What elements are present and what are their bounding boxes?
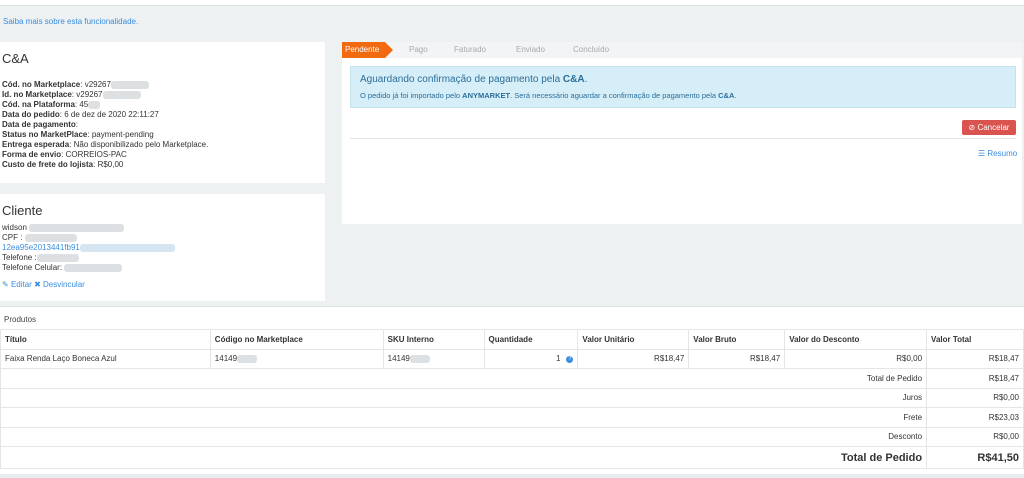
- client-card: Cliente widson CPF : 12ea95e2013441fb91 …: [0, 194, 325, 301]
- table-header-row: Título Código no Marketplace SKU Interno…: [0, 329, 1024, 350]
- divider: [350, 138, 1016, 139]
- cell-sku: 14149: [382, 348, 485, 369]
- field-expected-delivery: Entrega esperada: Não disponibilizado pe…: [2, 140, 209, 149]
- client-phone: Telefone :: [2, 253, 79, 262]
- close-icon: ✖: [34, 280, 41, 289]
- summary-label: Frete: [0, 407, 928, 428]
- summary-link[interactable]: ☰ Resumo: [978, 149, 1017, 158]
- summary-row-discount: Desconto R$0,00: [0, 426, 1024, 447]
- summary-value: R$0,00: [926, 387, 1024, 408]
- client-mobile: Telefone Celular:: [2, 263, 123, 272]
- col-sku: SKU Interno: [382, 329, 485, 350]
- client-cpf: CPF :: [2, 233, 77, 242]
- col-title: Título: [0, 329, 211, 350]
- order-status-card: Pendente Pago Faturado Enviado Concluído…: [342, 42, 1022, 224]
- field-platform-code: Cód. na Plataforma: 45: [2, 100, 101, 109]
- summary-row-order-total: Total de Pedido R$18,47: [0, 368, 1024, 389]
- field-shipping-cost: Custo de frete do lojista: R$0,00: [2, 160, 124, 169]
- cell-unit-price: R$18,47: [577, 348, 690, 369]
- summary-value: R$0,00: [926, 426, 1024, 447]
- field-marketplace-id: Id. no Marketplace: v29267: [2, 90, 141, 99]
- cell-title: Faixa Renda Laço Boneca Azul: [0, 348, 211, 369]
- col-quantity: Quantidade: [483, 329, 579, 350]
- list-icon: ☰: [978, 149, 986, 158]
- summary-value: R$18,47: [926, 368, 1024, 389]
- products-panel: Produtos Título Código no Marketplace SK…: [0, 306, 1024, 474]
- summary-row-shipping: Frete R$23,03: [0, 407, 1024, 428]
- summary-label: Desconto: [0, 426, 928, 447]
- field-payment-date: Data de pagamento:: [2, 120, 79, 129]
- cell-quantity: 1?: [483, 348, 579, 369]
- alert-title: Aguardando confirmação de pagamento pela…: [360, 74, 588, 85]
- cell-marketplace-code: 14149: [209, 348, 384, 369]
- step-pending[interactable]: Pendente: [342, 42, 393, 58]
- store-title: C&A: [2, 51, 29, 66]
- status-steps: Pendente Pago Faturado Enviado Concluído: [342, 42, 1022, 58]
- cell-discount: R$0,00: [784, 348, 928, 369]
- summary-label: Juros: [0, 387, 928, 408]
- unlink-link[interactable]: ✖ Desvincular: [34, 280, 85, 289]
- client-title: Cliente: [2, 203, 43, 218]
- step-paid[interactable]: Pago: [409, 42, 428, 58]
- summary-label: Total de Pedido: [0, 368, 928, 389]
- info-alert: Aguardando confirmação de pagamento pela…: [350, 66, 1016, 108]
- client-actions: ✎ Editar ✖ Desvincular: [2, 280, 85, 289]
- cancel-button[interactable]: ⊘ Cancelar: [962, 120, 1016, 135]
- summary-row-interest: Juros R$0,00: [0, 387, 1024, 408]
- client-name: widson: [2, 223, 125, 232]
- grand-total-value: R$41,50: [926, 446, 1024, 469]
- field-order-date: Data do pedido: 6 de dez de 2020 22:11:2…: [2, 110, 159, 119]
- step-shipped[interactable]: Enviado: [516, 42, 545, 58]
- step-invoiced[interactable]: Faturado: [454, 42, 486, 58]
- edit-link[interactable]: ✎ Editar: [2, 280, 32, 289]
- grand-total-row: Total de Pedido R$41,50: [0, 446, 1024, 469]
- info-icon[interactable]: ?: [566, 355, 574, 363]
- learn-more-link[interactable]: Saiba mais sobre esta funcionalidade.: [3, 17, 138, 26]
- field-marketplace-status: Status no MarketPlace: payment-pending: [2, 130, 154, 139]
- field-shipping-method: Forma de envio: CORREIOS-PAC: [2, 150, 127, 159]
- table-row: Faixa Renda Laço Boneca Azul 14149 14149…: [0, 348, 1024, 369]
- store-card: C&A Cód. no Marketplace: v29267 Id. no M…: [0, 42, 325, 183]
- bottom-strip: [0, 474, 1024, 478]
- col-discount: Valor do Desconto: [784, 329, 928, 350]
- pencil-icon: ✎: [2, 280, 9, 289]
- field-marketplace-code: Cód. no Marketplace: v29267: [2, 80, 149, 89]
- grand-total-label: Total de Pedido: [0, 446, 928, 469]
- cell-gross: R$18,47: [688, 348, 786, 369]
- col-marketplace-code: Código no Marketplace: [209, 329, 384, 350]
- col-unit-price: Valor Unitário: [577, 329, 690, 350]
- cell-total: R$18,47: [926, 348, 1024, 369]
- alert-text: O pedido já foi importado pelo ANYMARKET…: [360, 91, 737, 100]
- step-completed[interactable]: Concluído: [573, 42, 609, 58]
- products-table: Título Código no Marketplace SKU Interno…: [0, 329, 1024, 469]
- top-bar: [0, 0, 1024, 6]
- col-total: Valor Total: [926, 329, 1024, 350]
- products-heading: Produtos: [4, 315, 37, 324]
- client-email[interactable]: 12ea95e2013441fb91: [2, 243, 175, 252]
- col-gross: Valor Bruto: [688, 329, 786, 350]
- summary-value: R$23,03: [926, 407, 1024, 428]
- ban-icon: ⊘: [968, 123, 976, 132]
